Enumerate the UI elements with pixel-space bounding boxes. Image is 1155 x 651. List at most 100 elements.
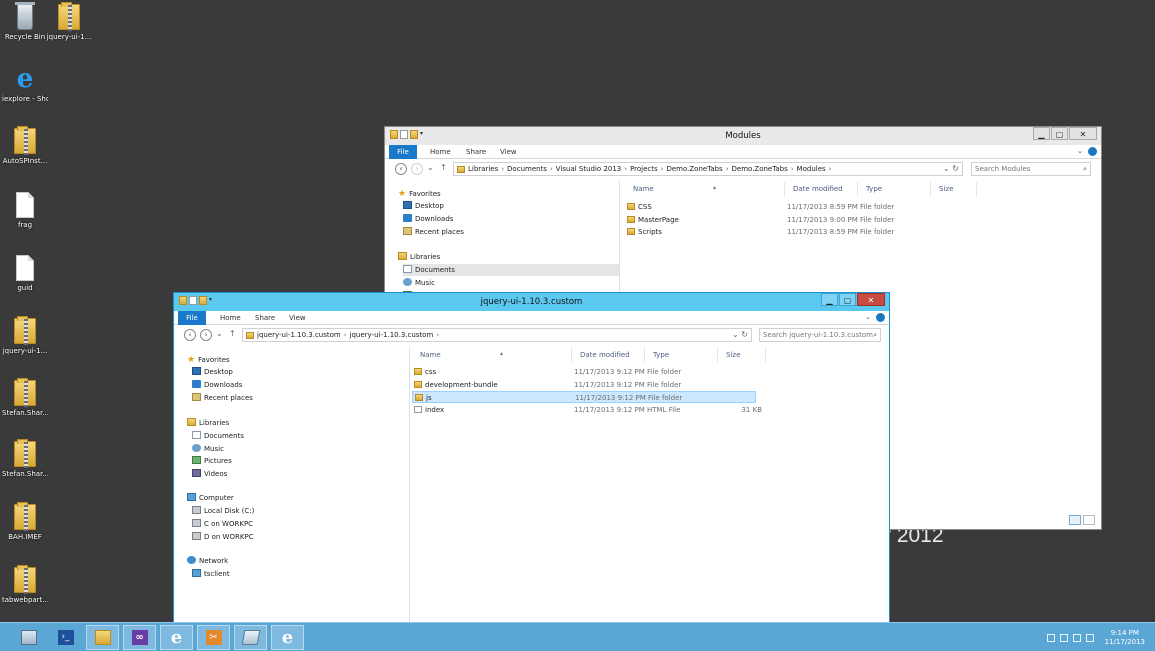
table-row[interactable]: development-bundle 11/17/2013 9:12 PM File…: [412, 379, 756, 391]
search-input[interactable]: Search Modules ⌕: [971, 162, 1091, 176]
ribbon-tab-file[interactable]: File: [178, 311, 206, 325]
view-toggles[interactable]: [1069, 515, 1095, 525]
refresh-icon[interactable]: ⌄ ↻: [732, 330, 748, 339]
desktop-icon-item[interactable]: Stefan.Shar...: [2, 439, 48, 479]
column-header-type[interactable]: Type: [645, 348, 718, 362]
column-header-date-modified[interactable]: Date modified: [572, 348, 645, 362]
up-button[interactable]: ↑: [440, 163, 447, 172]
breadcrumb-separator-icon[interactable]: ›: [436, 331, 439, 339]
breadcrumb-segment[interactable]: Demo.ZoneTabs: [732, 165, 788, 173]
search-input[interactable]: Search jquery-ui-1.10.3.custom ⌕: [759, 328, 881, 342]
nav-item[interactable]: Libraries: [187, 417, 229, 429]
nav-item[interactable]: Music: [192, 443, 224, 455]
breadcrumb-separator-icon[interactable]: ›: [624, 165, 627, 173]
table-row[interactable]: Scripts 11/17/2013 8:59 PM File folder: [625, 226, 975, 238]
breadcrumb-segment[interactable]: Demo.ZoneTabs: [666, 165, 722, 173]
table-row[interactable]: CSS 11/17/2013 8:59 PM File folder: [625, 201, 975, 213]
nav-item[interactable]: Documents: [192, 430, 244, 442]
ribbon-tab-home[interactable]: Home: [220, 311, 241, 325]
address-bar[interactable]: Libraries › Documents › Visual Studio 2013 › P…: [453, 162, 963, 176]
close-button[interactable]: ✕: [857, 293, 885, 306]
address-bar[interactable]: jquery-ui-1.10.3.custom › jquery-ui-1.10.3…: [242, 328, 752, 342]
help-icon[interactable]: ?: [1088, 147, 1097, 156]
minimize-button[interactable]: ▁: [821, 293, 838, 306]
navigation-pane[interactable]: ★ Favorites Desktop Downloads Recent places L…: [174, 347, 410, 623]
nav-item[interactable]: Documents: [403, 264, 619, 276]
recent-locations-icon[interactable]: ⌄: [427, 163, 434, 172]
keyboard-icon[interactable]: [1085, 633, 1094, 642]
nav-item[interactable]: Downloads: [403, 213, 453, 225]
ribbon-tab-home[interactable]: Home: [430, 145, 451, 159]
desktop-icon-item[interactable]: Recycle Bin: [2, 2, 48, 42]
desktop-icon-item[interactable]: jquery-ui-1...: [2, 316, 48, 356]
breadcrumb-segment[interactable]: jquery-ui-1.10.3.custom: [350, 331, 434, 339]
breadcrumb-segment[interactable]: Visual Studio 2013: [556, 165, 621, 173]
desktop-icon-item[interactable]: BAH.IMEF: [2, 502, 48, 542]
breadcrumb-separator-icon[interactable]: ›: [661, 165, 664, 173]
search-icon[interactable]: ⌕: [873, 329, 877, 341]
taskbar-button[interactable]: [234, 625, 267, 650]
search-icon[interactable]: ⌕: [1083, 163, 1087, 175]
minimize-button[interactable]: ▁: [1033, 127, 1050, 140]
breadcrumb-segment[interactable]: Projects: [630, 165, 658, 173]
maximize-button[interactable]: ▢: [1051, 127, 1068, 140]
ribbon-tab-view[interactable]: View: [289, 311, 306, 325]
network-status-icon[interactable]: [1059, 633, 1068, 642]
nav-item[interactable]: Videos: [192, 468, 227, 480]
desktop-icon-item[interactable]: Stefan.Shar...: [2, 378, 48, 418]
column-header-name[interactable]: Name ▴: [412, 348, 572, 362]
clock[interactable]: 9:14 PM 11/17/2013: [1105, 629, 1145, 647]
taskbar-button[interactable]: ∞: [123, 625, 156, 650]
breadcrumb-segment[interactable]: Modules: [797, 165, 826, 173]
nav-item[interactable]: Network: [187, 555, 228, 567]
nav-item[interactable]: C on WORKPC: [192, 518, 253, 530]
desktop-icon-item[interactable]: guid: [2, 255, 48, 293]
taskbar-button[interactable]: e: [271, 625, 304, 650]
nav-item[interactable]: Music: [403, 277, 435, 289]
nav-item[interactable]: Desktop: [403, 200, 444, 212]
desktop-icon-item[interactable]: tabwebpart...: [2, 565, 48, 605]
desktop-icon-item[interactable]: jquery-ui-1...: [46, 2, 92, 42]
details-view-icon[interactable]: [1069, 515, 1081, 525]
nav-item[interactable]: Local Disk (C:): [192, 505, 254, 517]
table-row[interactable]: css 11/17/2013 9:12 PM File folder: [412, 366, 756, 378]
up-button[interactable]: ↑: [229, 329, 236, 338]
taskbar-button[interactable]: [86, 625, 119, 650]
nav-item[interactable]: tsclient: [192, 568, 230, 580]
jquery-explorer-window[interactable]: ▾ jquery-ui-1.10.3.custom ▁ ▢ ✕ File Hom…: [173, 292, 890, 624]
breadcrumb-separator-icon[interactable]: ›: [550, 165, 553, 173]
nav-item[interactable]: Recent places: [192, 392, 253, 404]
navigation-pane[interactable]: ★ Favorites Desktop Downloads Recent places L…: [385, 181, 620, 295]
breadcrumb-separator-icon[interactable]: ›: [829, 165, 832, 173]
title-bar[interactable]: ▾ jquery-ui-1.10.3.custom ▁ ▢ ✕: [174, 293, 889, 311]
ribbon-tab-file[interactable]: File: [389, 145, 417, 159]
close-button[interactable]: ✕: [1069, 127, 1097, 140]
flag-icon[interactable]: [1046, 633, 1055, 642]
ribbon-tab-share[interactable]: Share: [255, 311, 275, 325]
taskbar-button[interactable]: ›_: [49, 625, 82, 650]
help-icon[interactable]: ?: [876, 313, 885, 322]
breadcrumb-separator-icon[interactable]: ›: [344, 331, 347, 339]
back-button[interactable]: ‹: [395, 163, 407, 175]
nav-item[interactable]: Libraries: [398, 251, 440, 263]
title-bar[interactable]: ▾ Modules ▁ ▢ ✕: [385, 127, 1101, 145]
large-icons-view-icon[interactable]: [1083, 515, 1095, 525]
taskbar-button[interactable]: ✂: [197, 625, 230, 650]
volume-icon[interactable]: [1072, 633, 1081, 642]
desktop-icon-item[interactable]: eiexplore - Shortcut: [2, 66, 48, 104]
breadcrumb-separator-icon[interactable]: ›: [791, 165, 794, 173]
breadcrumb-segment[interactable]: Documents: [507, 165, 547, 173]
column-header-size[interactable]: Size: [931, 182, 977, 196]
table-row[interactable]: js 11/17/2013 9:12 PM File folder: [412, 391, 756, 404]
desktop-icon-item[interactable]: frag: [2, 192, 48, 230]
expand-ribbon-icon[interactable]: ⌄: [865, 313, 871, 321]
column-header-size[interactable]: Size: [718, 348, 766, 362]
maximize-button[interactable]: ▢: [839, 293, 856, 306]
nav-item[interactable]: Computer: [187, 492, 234, 504]
column-header-date-modified[interactable]: Date modified: [785, 182, 858, 196]
ribbon-tab-share[interactable]: Share: [466, 145, 486, 159]
recent-locations-icon[interactable]: ⌄: [216, 329, 223, 338]
column-header-type[interactable]: Type: [858, 182, 931, 196]
taskbar-button[interactable]: [12, 625, 45, 650]
ribbon-tab-view[interactable]: View: [500, 145, 517, 159]
